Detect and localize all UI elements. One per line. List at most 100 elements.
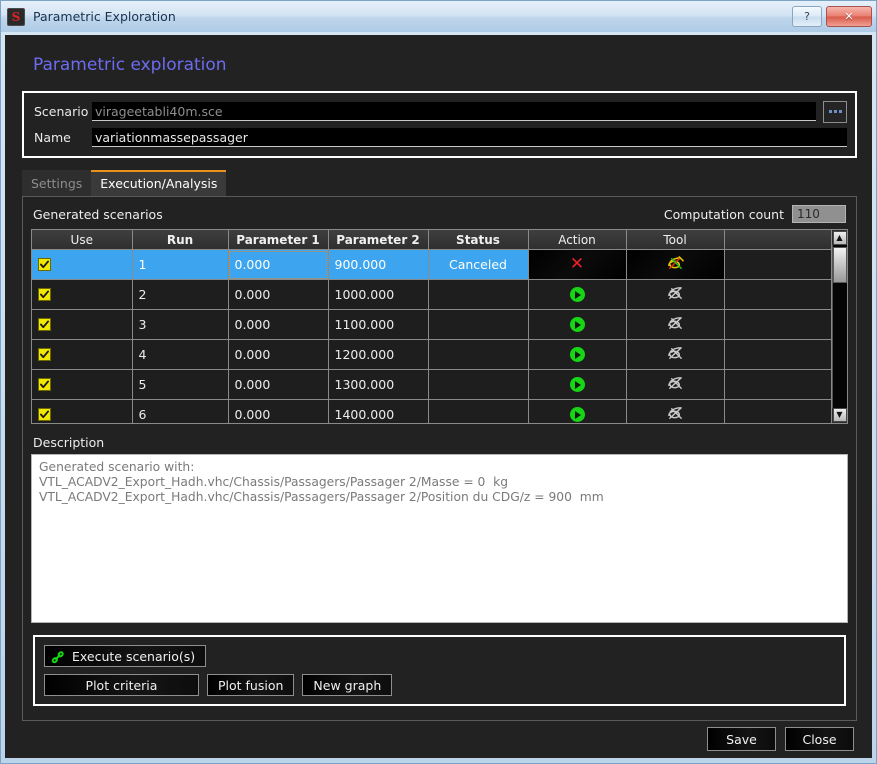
plot-curve-icon[interactable] (666, 285, 685, 302)
plot-curve-icon[interactable] (666, 405, 685, 422)
column-header-parameter-2[interactable]: Parameter 2 (328, 230, 428, 250)
help-button[interactable]: ? (792, 6, 822, 27)
execute-scenarios-button[interactable]: Execute scenario(s) (44, 645, 206, 667)
column-header-run[interactable]: Run (132, 230, 228, 250)
table-body: 10.000900.000Canceled✕20.0001000.00030.0… (32, 250, 831, 424)
tab-execution-analysis[interactable]: Execution/Analysis (91, 170, 226, 196)
plot-curve-icon[interactable] (666, 255, 685, 272)
use-checkbox[interactable] (38, 258, 51, 271)
row-parameter-2-cell[interactable]: 900.000 (328, 250, 428, 280)
row-status-cell[interactable] (428, 370, 528, 400)
row-parameter-2-cell[interactable]: 1100.000 (328, 310, 428, 340)
title-bar: S Parametric Exploration ? ✕ (1, 1, 876, 32)
table-row[interactable]: 10.000900.000Canceled ✕ (32, 250, 831, 280)
row-use-checkbox-cell[interactable] (32, 340, 132, 370)
plot-fusion-button[interactable]: Plot fusion (207, 674, 294, 696)
row-tool-cell[interactable] (626, 310, 724, 340)
parametric-exploration-window: S Parametric Exploration ? ✕ Parametric … (0, 0, 877, 764)
scroll-down-button[interactable]: ▼ (833, 408, 847, 422)
row-status-cell[interactable] (428, 340, 528, 370)
use-checkbox[interactable] (38, 348, 51, 361)
table-row[interactable]: 50.0001300.000 (32, 370, 831, 400)
row-status-cell[interactable]: Canceled (428, 250, 528, 280)
row-tool-cell[interactable] (626, 340, 724, 370)
row-tool-cell[interactable] (626, 250, 724, 280)
tab-settings[interactable]: Settings (22, 170, 91, 196)
use-checkbox[interactable] (38, 318, 51, 331)
row-parameter-1-cell[interactable]: 0.000 (228, 310, 328, 340)
row-action-cell[interactable] (528, 370, 626, 400)
row-run-cell[interactable]: 1 (132, 250, 228, 280)
row-parameter-2-cell[interactable]: 1400.000 (328, 400, 428, 424)
close-window-button[interactable]: ✕ (826, 6, 872, 27)
table-row[interactable]: 30.0001100.000 (32, 310, 831, 340)
row-parameter-2-cell[interactable]: 1300.000 (328, 370, 428, 400)
row-parameter-1-cell[interactable]: 0.000 (228, 370, 328, 400)
column-header-use[interactable]: Use (32, 230, 132, 250)
row-tool-cell[interactable] (626, 280, 724, 310)
column-header-tool[interactable]: Tool (626, 230, 724, 250)
row-parameter-2-cell[interactable]: 1200.000 (328, 340, 428, 370)
scenario-input[interactable] (92, 102, 816, 121)
row-run-cell[interactable]: 3 (132, 310, 228, 340)
scrollbar-track[interactable] (832, 245, 848, 408)
execution-analysis-panel: Generated scenarios Computation count 11… (22, 196, 857, 721)
use-checkbox[interactable] (38, 288, 51, 301)
row-status-cell[interactable] (428, 310, 528, 340)
new-graph-button[interactable]: New graph (302, 674, 392, 696)
plot-curve-icon[interactable] (666, 375, 685, 392)
use-checkbox[interactable] (38, 408, 51, 421)
row-status-cell[interactable] (428, 280, 528, 310)
table-vertical-scrollbar[interactable]: ▲ ▼ (831, 230, 847, 423)
description-text[interactable]: Generated scenario with: VTL_ACADV2_Expo… (31, 454, 848, 623)
save-button[interactable]: Save (707, 727, 776, 751)
dialog-content: Parametric exploration Scenario Name Set… (5, 35, 872, 758)
plot-curve-icon[interactable] (666, 315, 685, 332)
row-tool-cell[interactable] (626, 370, 724, 400)
row-action-cell[interactable]: ✕ (528, 250, 626, 280)
row-status-cell[interactable] (428, 400, 528, 424)
use-checkbox[interactable] (38, 378, 51, 391)
table-row[interactable]: 20.0001000.000 (32, 280, 831, 310)
row-run-cell[interactable]: 6 (132, 400, 228, 424)
scroll-up-button[interactable]: ▲ (833, 231, 847, 245)
plot-curve-icon[interactable] (666, 345, 685, 362)
row-use-checkbox-cell[interactable] (32, 250, 132, 280)
table-row[interactable]: 40.0001200.000 (32, 340, 831, 370)
row-filler-cell (724, 310, 831, 340)
browse-scenario-button[interactable] (823, 101, 847, 123)
column-header-status[interactable]: Status (428, 230, 528, 250)
close-button[interactable]: Close (785, 727, 854, 751)
scenario-label: Scenario (34, 104, 92, 119)
row-use-checkbox-cell[interactable] (32, 280, 132, 310)
stop-icon[interactable]: ✕ (570, 254, 584, 274)
row-action-cell[interactable] (528, 400, 626, 424)
play-icon[interactable] (570, 287, 585, 302)
row-filler-cell (724, 370, 831, 400)
row-action-cell[interactable] (528, 340, 626, 370)
row-use-checkbox-cell[interactable] (32, 370, 132, 400)
row-run-cell[interactable]: 5 (132, 370, 228, 400)
row-parameter-2-cell[interactable]: 1000.000 (328, 280, 428, 310)
play-icon[interactable] (570, 377, 585, 392)
play-icon[interactable] (570, 317, 585, 332)
row-action-cell[interactable] (528, 280, 626, 310)
row-tool-cell[interactable] (626, 400, 724, 424)
row-run-cell[interactable]: 2 (132, 280, 228, 310)
row-parameter-1-cell[interactable]: 0.000 (228, 340, 328, 370)
play-icon[interactable] (570, 347, 585, 362)
row-parameter-1-cell[interactable]: 0.000 (228, 400, 328, 424)
scrollbar-thumb[interactable] (833, 247, 847, 283)
row-parameter-1-cell[interactable]: 0.000 (228, 250, 328, 280)
row-parameter-1-cell[interactable]: 0.000 (228, 280, 328, 310)
row-action-cell[interactable] (528, 310, 626, 340)
table-row[interactable]: 60.0001400.000 (32, 400, 831, 424)
row-use-checkbox-cell[interactable] (32, 310, 132, 340)
name-input[interactable] (92, 128, 847, 147)
column-header-action[interactable]: Action (528, 230, 626, 250)
column-header-parameter-1[interactable]: Parameter 1 (228, 230, 328, 250)
row-use-checkbox-cell[interactable] (32, 400, 132, 424)
row-run-cell[interactable]: 4 (132, 340, 228, 370)
play-icon[interactable] (570, 407, 585, 422)
plot-criteria-button[interactable]: Plot criteria (44, 674, 199, 696)
